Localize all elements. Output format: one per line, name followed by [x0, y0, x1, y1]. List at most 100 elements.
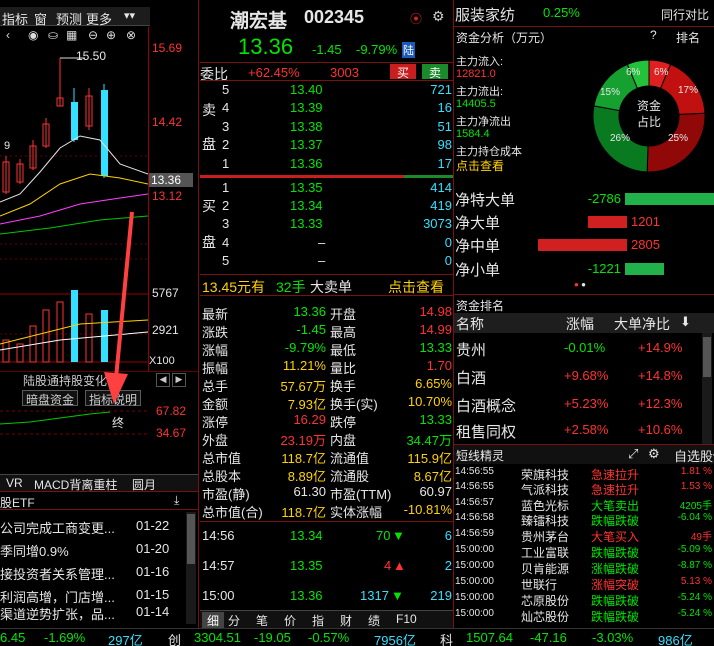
list-item[interactable]: 15:00:00 灿芯股份 跌幅跌破 -5.24 % [453, 608, 714, 624]
order-row[interactable]: 3 13.38 51 [200, 119, 454, 136]
ranking-col-name[interactable]: 名称 [456, 314, 484, 334]
price-label: 15.69 [152, 41, 183, 55]
tab-detail[interactable]: 细 [202, 612, 224, 629]
list-item[interactable]: 15:00:00 芯原股份 跌幅跌破 -5.24 % [453, 592, 714, 608]
holding-cost-link[interactable]: 点击查看 [456, 157, 504, 174]
flow-row: 净中单 2805 [455, 237, 660, 255]
list-item[interactable]: 季同增0.9% 01-20 [0, 541, 185, 563]
toolbar-window[interactable]: 窗 [34, 9, 47, 28]
tab-vr[interactable]: VR [6, 476, 23, 490]
news-header: 股ETF ⤓ [0, 491, 198, 510]
crosshair-icon[interactable]: ⊗ [126, 28, 136, 42]
donut-slice-label: 25% [668, 133, 689, 144]
sort-down-icon[interactable]: ⬇ [680, 314, 691, 330]
ranking-col-ratio[interactable]: 大单净比 [614, 314, 670, 334]
grid-icon[interactable]: ▦ [66, 28, 77, 42]
tab-finance[interactable]: 财 [340, 612, 352, 629]
list-item[interactable]: 15:00:00 工业富联 跌幅跌破 -5.09 % [453, 544, 714, 560]
footer-value: 6.45 [0, 630, 26, 645]
dropdown-icon[interactable]: ▾▾ [124, 9, 135, 22]
rank-link[interactable]: 排名 [676, 29, 700, 46]
help-icon[interactable]: ? [650, 28, 657, 42]
big-order-label: 大卖单 [310, 279, 352, 295]
peer-compare-link[interactable]: 同行对比 [661, 6, 709, 23]
detail-tab-bar: 细 分 笔 价 指 财 绩 F10 [200, 610, 453, 629]
list-item[interactable]: 14:56:55 气派科技 急速拉升 1.53 % [453, 481, 714, 497]
news-scrollbar[interactable] [186, 512, 196, 624]
list-item[interactable]: 15:00:00 贝肯能源 涨幅跌破 -8.87 % [453, 560, 714, 576]
scroll-left-icon[interactable]: ◀ [156, 373, 170, 387]
sector-header: 服装家纺 0.25% 同行对比 [455, 4, 714, 26]
scroll-right-icon[interactable]: ▶ [172, 373, 186, 387]
sell-button[interactable]: 卖 [422, 64, 448, 80]
donut-slice-label: 17% [678, 85, 699, 96]
expand-icon[interactable]: ⤢ [628, 446, 638, 462]
order-row[interactable]: 3 13.33 3073 [200, 216, 454, 233]
order-row[interactable]: 2 13.37 98 [200, 137, 454, 154]
volume-multiplier: X100 [149, 355, 175, 367]
list-item[interactable]: 14:56:59 贵州茅台 大笔买入 49手 [453, 528, 714, 544]
buy-button[interactable]: 买 [390, 64, 416, 80]
settings-icon[interactable]: ⚙ [432, 8, 445, 25]
plus-icon[interactable]: ⊕ [106, 28, 116, 42]
tab-price[interactable]: 价 [284, 612, 296, 629]
chevron-left-icon[interactable]: ‹ [6, 28, 10, 42]
list-item[interactable]: 14:56:58 臻镭科技 跌幅跌破 -6.04 % [453, 512, 714, 528]
flow-row: 净大单 1201 [455, 214, 660, 232]
inflow-value: 12821.0 [456, 68, 496, 80]
order-row[interactable]: 1 13.36 17 [200, 156, 454, 173]
alert-icon[interactable]: ⦿ [410, 10, 422, 27]
ranking-scrollbar[interactable] [702, 333, 712, 445]
table-row[interactable]: 贵州 -0.01% +14.9% [454, 337, 700, 361]
eye-icon[interactable]: ◉ [28, 28, 38, 42]
footer-value: 297亿 [108, 633, 143, 646]
toolbar-forecast[interactable]: 预测 [56, 9, 82, 28]
settings-icon[interactable]: ⚙ [648, 446, 660, 462]
order-row[interactable]: 2 13.34 419 [200, 198, 454, 215]
pager-dots[interactable]: ● ● [574, 280, 586, 289]
weibi-value: +62.45% [248, 65, 300, 80]
order-row[interactable]: 4 13.39 16 [200, 100, 454, 117]
hk-connect-badge: 陆 [402, 42, 415, 58]
stock-code: 002345 [304, 7, 365, 27]
tab-f10[interactable]: F10 [396, 612, 417, 626]
stat-row: 涨跌 -1.45 最高 14.99 [202, 322, 452, 340]
list-item[interactable]: 接投资者关系管理... 01-16 [0, 564, 185, 586]
big-order-link[interactable]: 点击查看 [388, 277, 444, 297]
ranking-col-pct[interactable]: 涨幅 [566, 314, 594, 334]
tab-index[interactable]: 指 [312, 612, 324, 629]
stat-row: 振幅 11.21% 量比 1.70 [202, 358, 452, 376]
list-item[interactable]: 15:00:00 世联行 涨幅突破 5.13 % [453, 576, 714, 592]
stat-row: 总手 57.67万 换手 6.65% [202, 376, 452, 394]
stat-row: 涨幅 -9.79% 最低 13.33 [202, 340, 452, 358]
order-row[interactable]: 5–0 [200, 253, 454, 270]
donut-center-label: 占比 [637, 115, 662, 129]
indicator-value: 34.67 [156, 426, 187, 440]
order-row[interactable]: 5 13.40 721 [200, 82, 454, 99]
list-item[interactable]: 公司完成工商变更... 01-22 [0, 518, 185, 540]
tab-trade[interactable]: 笔 [256, 612, 268, 629]
footer-value: -0.57% [308, 630, 350, 645]
current-price-label: 13.36 [149, 173, 193, 187]
download-icon[interactable]: ⤓ [174, 493, 179, 508]
order-row[interactable]: 4–0 [200, 235, 454, 252]
table-row[interactable]: 白酒概念 +5.23% +12.3% [454, 393, 700, 417]
toolbar-more[interactable]: 更多 [86, 9, 112, 28]
tab-minute[interactable]: 分 [228, 612, 240, 629]
list-item[interactable]: 渠道逆势扩张，品... 01-14 [0, 604, 185, 626]
list-item[interactable]: 14:56:55 荣旗科技 急速拉升 1.81 % [453, 466, 714, 482]
order-row[interactable]: 1 13.35 414 [200, 180, 454, 197]
ma-marker: 9 [4, 140, 11, 152]
price-change: -1.45 [312, 42, 342, 57]
minus-icon[interactable]: ⊖ [88, 28, 98, 42]
price-change-pct: -9.79% [356, 42, 398, 57]
table-row[interactable]: 租售同权 +2.58% +10.6% [454, 419, 700, 443]
list-item[interactable]: 14:56:57 蓝色光标 大笔卖出 4205手 [453, 497, 714, 513]
table-row[interactable]: 白酒 +9.68% +14.8% [454, 365, 700, 389]
toolbar-indicator[interactable]: 指标 [2, 9, 28, 28]
watchlist-select[interactable]: 自选股▾ [674, 446, 714, 465]
basket-icon[interactable]: ⛀ [48, 28, 58, 42]
tab-hk-holdings[interactable]: 陆股通持股变化 [20, 372, 111, 388]
tab-performance[interactable]: 绩 [368, 612, 380, 629]
indicator-value: 67.82 [156, 404, 187, 418]
